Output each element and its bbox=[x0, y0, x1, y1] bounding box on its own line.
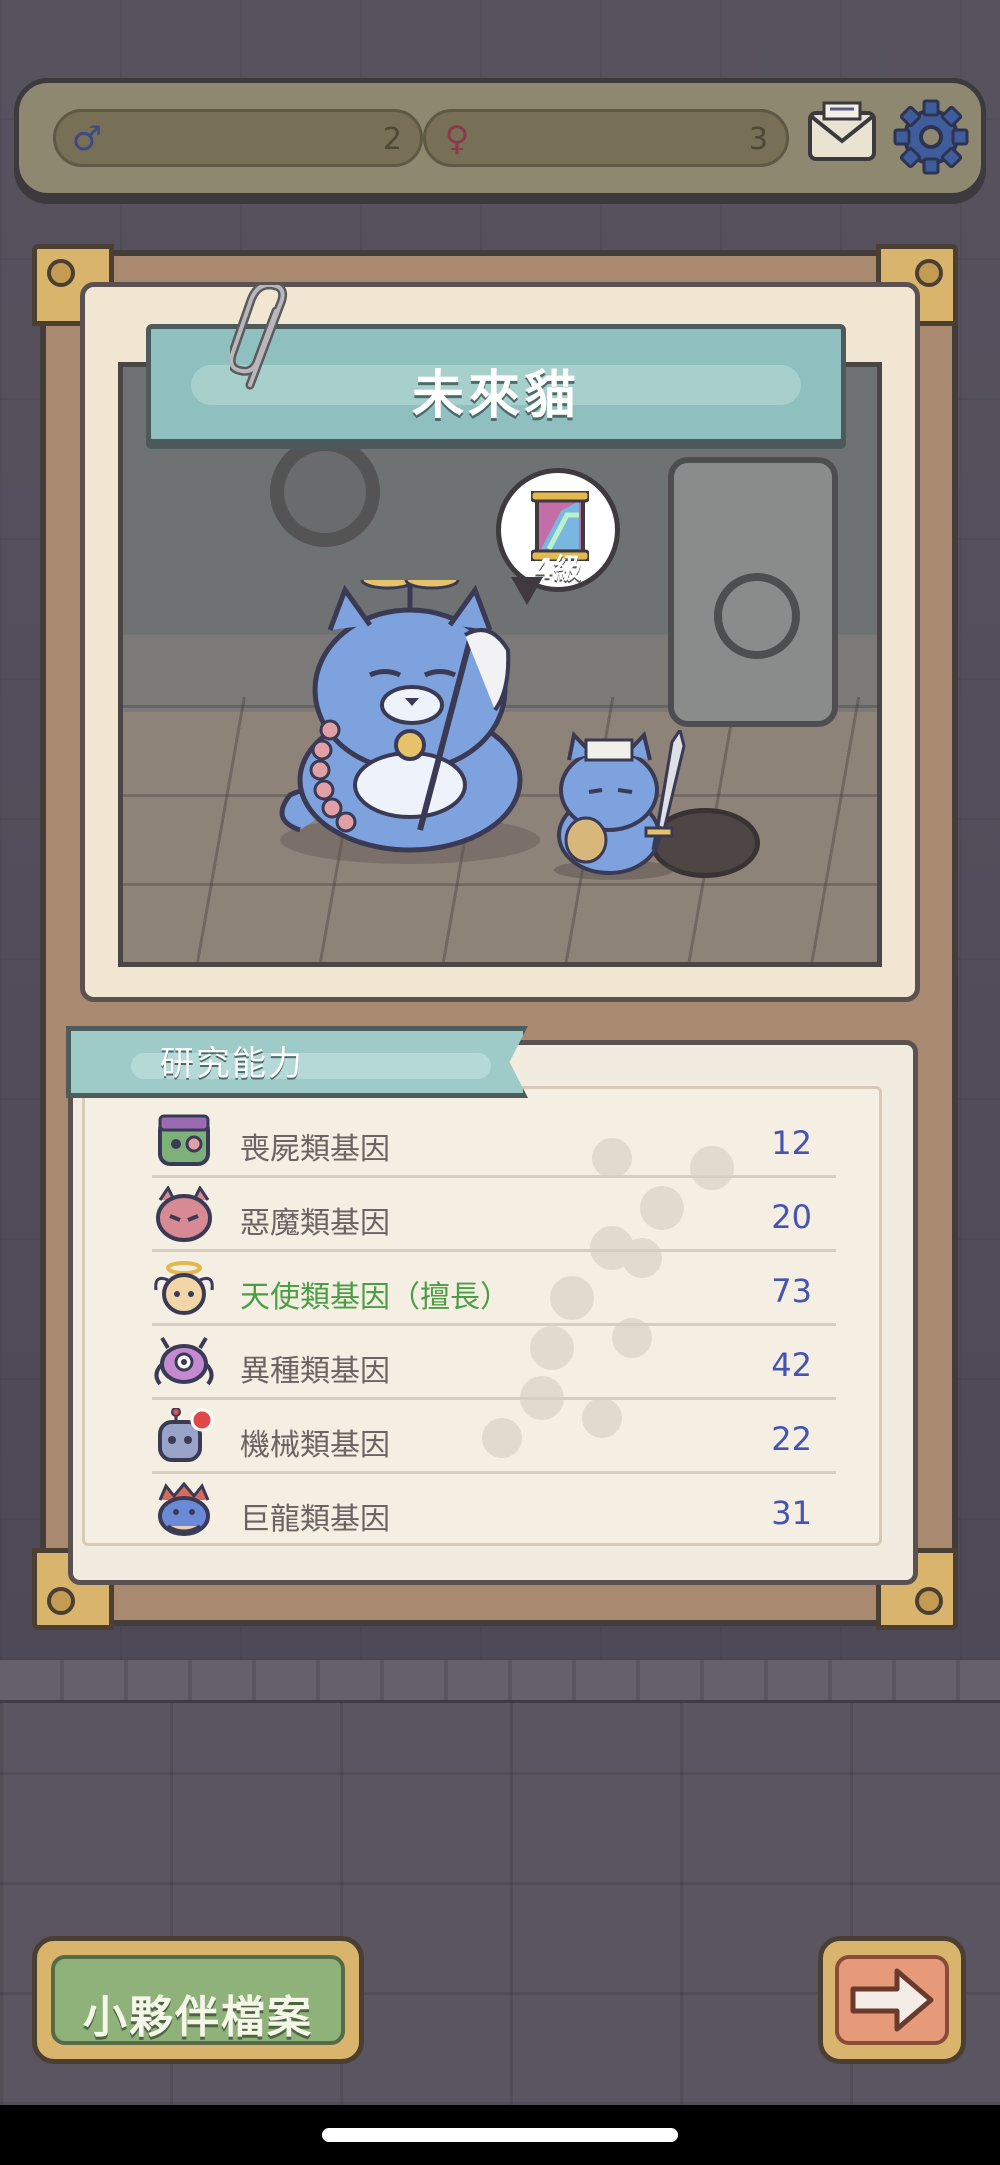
demon-icon bbox=[156, 1186, 212, 1242]
gene-value: 73 bbox=[771, 1272, 812, 1310]
companion-cat-character bbox=[554, 730, 686, 880]
research-header: 研究能力 bbox=[160, 1044, 304, 1084]
level-label: 4級 bbox=[534, 552, 582, 585]
gene-label: 巨龍類基因 bbox=[240, 1502, 390, 1537]
female-resource-value: 3 bbox=[748, 122, 768, 157]
angel-icon bbox=[154, 1261, 214, 1315]
male-resource-pill: ♂ 2 bbox=[53, 109, 423, 167]
resource-bar: ♂ 2 ♀ 3 bbox=[14, 78, 986, 198]
gene-label: 異種類基因 bbox=[240, 1354, 390, 1389]
male-symbol-icon: ♂ bbox=[71, 119, 103, 159]
gene-label-specialty: 天使類基因（擅長） bbox=[240, 1280, 510, 1315]
gene-label: 惡魔類基因 bbox=[240, 1206, 390, 1241]
mail-icon bbox=[808, 101, 876, 161]
gene-row-zombie: 喪屍類基因 12 bbox=[152, 1104, 836, 1178]
gene-row-robot: 機械類基因 22 bbox=[152, 1400, 836, 1474]
gene-value: 12 bbox=[771, 1124, 812, 1162]
companion-profile-button[interactable]: 小夥伴檔案 bbox=[32, 1936, 364, 2064]
robot-icon bbox=[158, 1408, 214, 1462]
arrow-right-icon bbox=[850, 1968, 934, 2032]
level-bubble: 4級 bbox=[496, 468, 620, 605]
zombie-icon bbox=[158, 1114, 210, 1166]
gene-row-demon: 惡魔類基因 20 bbox=[152, 1178, 836, 1252]
paperclip-icon bbox=[230, 285, 288, 390]
gene-value: 42 bbox=[771, 1346, 812, 1384]
alien-icon bbox=[154, 1336, 214, 1386]
home-indicator[interactable] bbox=[322, 2128, 678, 2142]
profile-button-label: 小夥伴檔案 bbox=[83, 1992, 313, 2043]
next-button-face bbox=[835, 1955, 949, 2045]
gene-row-alien: 異種類基因 42 bbox=[152, 1326, 836, 1400]
profile-button-face: 小夥伴檔案 bbox=[51, 1955, 345, 2045]
gear-icon bbox=[893, 99, 969, 175]
future-cat-character bbox=[279, 580, 540, 864]
mail-button[interactable] bbox=[806, 101, 878, 167]
female-symbol-icon: ♀ bbox=[444, 119, 470, 159]
gene-row-angel: 天使類基因（擅長） 73 bbox=[152, 1252, 836, 1326]
gene-value: 20 bbox=[771, 1198, 812, 1236]
gene-value: 22 bbox=[771, 1420, 812, 1458]
gene-label: 機械類基因 bbox=[240, 1428, 390, 1463]
next-button[interactable] bbox=[818, 1936, 966, 2064]
gene-value: 31 bbox=[771, 1494, 812, 1532]
vault-door bbox=[668, 457, 838, 727]
wall-wheel bbox=[270, 437, 380, 547]
male-resource-value: 2 bbox=[382, 122, 402, 157]
gene-row-dragon: 巨龍類基因 31 bbox=[152, 1474, 836, 1548]
dragon-icon bbox=[158, 1482, 210, 1536]
gene-label: 喪屍類基因 bbox=[240, 1132, 390, 1167]
female-resource-pill: ♀ 3 bbox=[423, 109, 789, 167]
settings-button[interactable] bbox=[893, 99, 969, 175]
